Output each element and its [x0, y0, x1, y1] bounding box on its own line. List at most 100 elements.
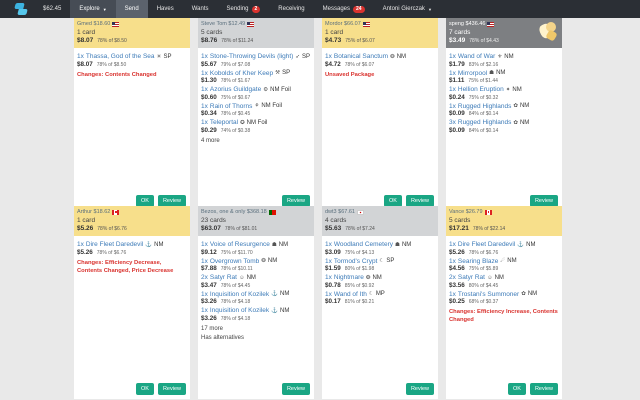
- item-name-link[interactable]: Thassa, God of the Sea: [86, 53, 155, 60]
- trader-name[interactable]: Vance $26.79: [449, 209, 559, 215]
- nav-messages-label: Messages: [322, 6, 351, 12]
- total-percent: 78% of $7.24: [345, 226, 375, 232]
- item-percent: 78% of $4.18: [220, 315, 251, 322]
- package-total: $17.21 78% of $22.14: [449, 225, 559, 232]
- set-symbol-icon: ☾: [379, 258, 385, 264]
- review-button[interactable]: Review: [157, 383, 186, 395]
- review-button[interactable]: Review: [529, 383, 558, 395]
- ok-button[interactable]: OK: [136, 383, 154, 395]
- item-qty: 1x: [325, 290, 332, 298]
- item-price: $1.59: [325, 265, 341, 272]
- trader-name[interactable]: Mordor $66.07: [325, 21, 435, 27]
- trader-name[interactable]: dwt3 $67.61: [325, 209, 435, 215]
- item-percent: 68% of $0.37: [468, 299, 499, 305]
- item-name-link[interactable]: Dire Fleet Daredevil: [86, 241, 143, 248]
- item-price-row: $0.29 74% of $0.38: [201, 127, 311, 134]
- item-name-link[interactable]: Rugged Highlands: [458, 103, 511, 110]
- item-name-link[interactable]: Overgrown Tomb: [210, 258, 259, 265]
- set-symbol-icon: ⚓: [517, 241, 525, 248]
- item-price-row: $0.09 84% of $0.14: [449, 110, 559, 117]
- item-line: 1x Tormod's Crypt ☾ SP: [325, 258, 435, 265]
- item-name-link[interactable]: Azorius Guildgate: [210, 86, 261, 93]
- trader-name[interactable]: Steve Tom $12.49: [201, 21, 311, 27]
- item-name-link[interactable]: Wand of Ith: [334, 291, 367, 298]
- total-percent: 78% of $6.76: [97, 226, 127, 232]
- total-percent: 78% of $81.01: [224, 226, 258, 232]
- more-items-link[interactable]: 4 more: [201, 138, 311, 144]
- total-amount: $63.07: [201, 225, 221, 232]
- item-name-link[interactable]: Voice of Resurgence: [210, 241, 270, 248]
- item-qty: 1x: [449, 241, 456, 248]
- item-name-link[interactable]: Stone-Throwing Devils (light): [210, 53, 293, 60]
- item-name-link[interactable]: Satyr Rat: [210, 274, 237, 281]
- nav-explore[interactable]: Explore ▼: [70, 0, 116, 18]
- item-price: $0.25: [449, 298, 465, 305]
- warning-text: Changes: Contents Changed: [77, 71, 157, 78]
- item-name-link[interactable]: Tormod's Crypt: [334, 258, 378, 265]
- item-name-link[interactable]: Kobolds of Kher Keep: [210, 70, 273, 77]
- item-price: $4.56: [449, 265, 465, 272]
- set-symbol-icon: ❂: [390, 53, 395, 60]
- item-name-link[interactable]: Wand of War: [458, 53, 495, 60]
- trader-name[interactable]: Arthur $18.62: [77, 209, 187, 215]
- list-item: 1x Rain of Thorns ⚘ NM Foil $0.34 78% of $0.4…: [201, 103, 311, 118]
- nav-sending[interactable]: Sending 2: [217, 0, 269, 18]
- item-name-link[interactable]: Hellion Eruption: [458, 86, 504, 93]
- ok-button[interactable]: OK: [508, 383, 526, 395]
- trader-name[interactable]: Gmed $18.60: [77, 21, 187, 27]
- item-percent: 75% of $1.44: [468, 78, 498, 84]
- item-price: $0.09: [449, 110, 465, 117]
- item-price-row: $1.79 83% of $2.16: [449, 61, 559, 68]
- item-name-link[interactable]: Teleportal: [210, 119, 238, 126]
- item-condition: NM: [504, 53, 514, 60]
- nav-receiving[interactable]: Receiving: [269, 0, 313, 18]
- item-qty: 3x: [449, 119, 456, 126]
- item-line: 2x Satyr Rat ☺ NM: [201, 274, 311, 281]
- nav-send[interactable]: Send: [115, 0, 148, 18]
- item-price: $0.78: [325, 281, 341, 289]
- trader-name[interactable]: Bezos, one & only $368.18: [201, 209, 311, 215]
- country-flag-icon: [487, 21, 495, 27]
- review-button[interactable]: Review: [405, 383, 434, 395]
- item-price-row: $0.60 75% of $0.67: [201, 94, 311, 101]
- item-line: 3x Rugged Highlands ✿ NM: [449, 119, 559, 126]
- user-menu[interactable]: Antoni Gierczak ▼: [374, 0, 441, 18]
- item-name-link[interactable]: Rugged Highlands: [458, 119, 511, 126]
- item-name-link[interactable]: Botanical Sanctum: [334, 53, 388, 60]
- app-logo-icon[interactable]: [14, 2, 28, 16]
- item-line: 1x Azorius Guildgate ⚙ NM Foil: [201, 86, 311, 93]
- item-qty: 1x: [201, 86, 208, 93]
- item-percent: 75% of $4.13: [344, 249, 375, 256]
- item-name-link[interactable]: Nightmare: [334, 274, 364, 281]
- item-name-link[interactable]: Satyr Rat: [458, 274, 485, 281]
- review-button[interactable]: Review: [281, 383, 310, 395]
- item-name-link[interactable]: Mirrorpool: [458, 70, 487, 77]
- item-name-link[interactable]: Inquisition of Kozilek: [210, 291, 269, 298]
- item-name-link[interactable]: Woodland Cemetery: [334, 241, 393, 248]
- nav-wants[interactable]: Wants: [183, 0, 218, 18]
- more-items-link[interactable]: 17 more: [201, 326, 311, 332]
- item-qty: 1x: [201, 53, 208, 60]
- card-count: 1 card: [325, 29, 344, 36]
- item-name-link[interactable]: Trostani's Summoner: [458, 291, 519, 298]
- nav-haves[interactable]: Haves: [148, 0, 183, 18]
- item-line: 1x Dire Fleet Daredevil ⚓ NM: [449, 241, 559, 248]
- warning-text: Unsaved Package: [325, 71, 375, 78]
- card-count: 5 cards: [449, 217, 471, 224]
- item-condition: NM: [512, 86, 522, 93]
- list-item: 3x Rugged Highlands ✿ NM $0.09 84% of $0.14: [449, 119, 559, 134]
- list-item: 1x Nightmare ❂ NM $0.78 85% of $0.92: [325, 274, 435, 289]
- item-percent: 78% of $4.45: [220, 282, 251, 289]
- item-name-link[interactable]: Inquisition of Kozilek: [210, 307, 269, 314]
- offer-card: Arthur $18.62 1 card $5.26 78% of $6.76 1x Di…: [74, 206, 190, 399]
- item-line: 1x Inquisition of Kozilek ⚓ NM: [201, 291, 311, 298]
- chevron-down-icon: ▼: [427, 6, 432, 12]
- item-price: $7.88: [201, 265, 217, 272]
- nav-messages[interactable]: Messages 24: [314, 0, 374, 18]
- item-percent: 81% of $0.21: [344, 299, 375, 305]
- item-price: $3.47: [201, 281, 217, 289]
- total-amount: $8.07: [77, 37, 94, 44]
- item-name-link[interactable]: Searing Blaze: [458, 258, 498, 265]
- item-name-link[interactable]: Dire Fleet Daredevil: [458, 241, 515, 248]
- item-name-link[interactable]: Rain of Thorns: [210, 103, 253, 110]
